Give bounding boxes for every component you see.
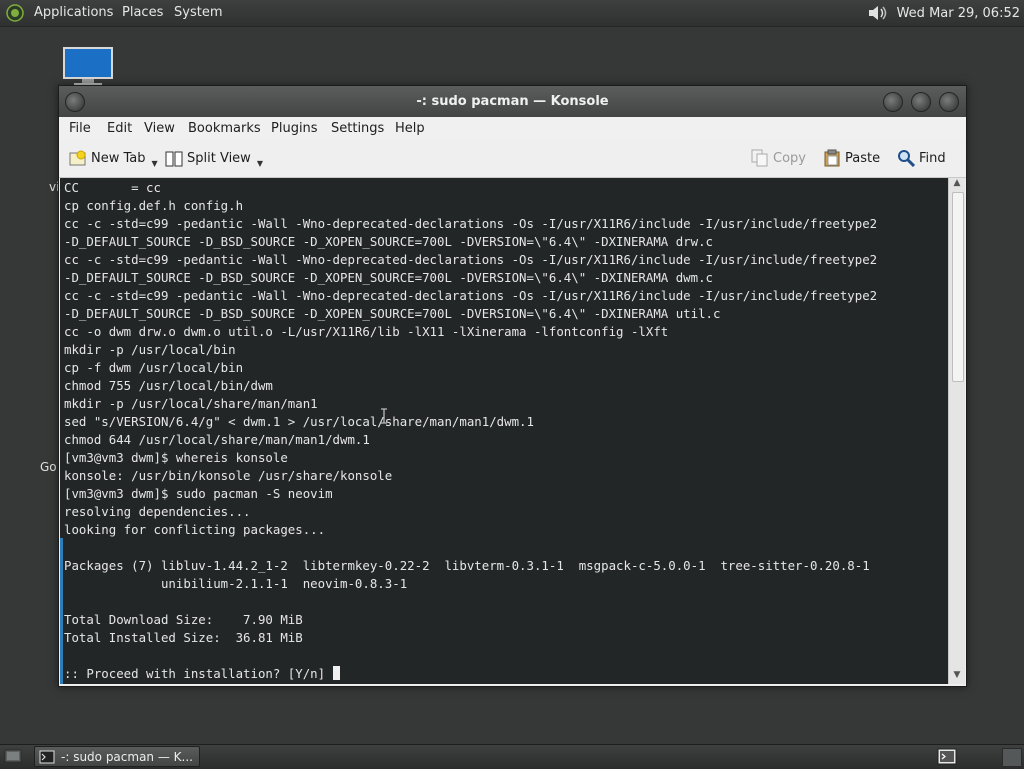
top-panel: Applications Places System Wed Mar 29, 0… — [0, 0, 1024, 27]
terminal-line: chmod 644 /usr/local/share/man/man1/dwm.… — [64, 432, 370, 447]
new-tab-icon — [69, 150, 86, 165]
terminal-line: [vm3@vm3 dwm]$ sudo pacman -S neovim — [64, 486, 333, 501]
menu-view[interactable]: View — [144, 121, 175, 136]
terminal-line: -D_DEFAULT_SOURCE -D_BSD_SOURCE -D_XOPEN… — [64, 270, 714, 285]
terminal-line: -D_DEFAULT_SOURCE -D_BSD_SOURCE -D_XOPEN… — [64, 234, 714, 249]
copy-button[interactable]: Copy — [751, 149, 806, 167]
top-right-tray: Wed Mar 29, 06:52 — [867, 4, 1020, 22]
clock[interactable]: Wed Mar 29, 06:52 — [897, 6, 1020, 21]
minimize-button[interactable] — [883, 92, 903, 112]
scroll-down-arrow-icon[interactable]: ▼ — [949, 670, 965, 684]
computer-icon[interactable] — [62, 46, 114, 88]
terminal-line: resolving dependencies... — [64, 504, 251, 519]
bottom-panel: -: sudo pacman — K... — [0, 744, 1024, 769]
terminal-view[interactable]: CC = cc cp config.def.h config.h cc -c -st… — [60, 178, 948, 684]
paste-label: Paste — [845, 150, 881, 166]
paste-icon — [824, 149, 840, 167]
distro-logo-icon[interactable] — [6, 4, 24, 22]
menu-file[interactable]: File — [69, 121, 91, 136]
split-view-icon — [165, 151, 183, 166]
terminal-line: :: Proceed with installation? [Y/n] — [64, 665, 877, 683]
terminal-line: cc -c -std=c99 -pedantic -Wall -Wno-depr… — [64, 252, 878, 267]
menu-edit[interactable]: Edit — [107, 121, 132, 136]
new-tab-label: New Tab — [91, 151, 146, 166]
copy-label: Copy — [773, 150, 806, 166]
terminal-scrollbar[interactable]: ▲ ▼ — [948, 178, 965, 684]
terminal-line: unibilium-2.1.1-1 neovim-0.8.3-1 — [64, 576, 408, 591]
split-view-button[interactable]: Split View ▼ — [165, 149, 263, 168]
terminal-line: konsole: /usr/bin/konsole /usr/share/kon… — [64, 468, 393, 483]
chevron-down-icon: ▼ — [151, 159, 158, 168]
terminal-line: Packages (7) libluv-1.44.2_1-2 libtermke… — [64, 558, 870, 573]
terminal-line: cc -c -std=c99 -pedantic -Wall -Wno-depr… — [64, 288, 878, 303]
menu-applications[interactable]: Applications — [34, 5, 113, 20]
menu-places[interactable]: Places — [122, 5, 163, 20]
find-button[interactable]: Find — [897, 149, 946, 167]
terminal-line: cc -o dwm drw.o dwm.o util.o -L/usr/X11R… — [64, 324, 669, 339]
text-cursor-icon — [381, 408, 387, 424]
terminal-line: Total Installed Size: 36.81 MiB — [64, 630, 303, 645]
menu-plugins[interactable]: Plugins — [271, 121, 318, 136]
chevron-down-icon: ▼ — [256, 159, 263, 168]
trash-applet[interactable] — [1002, 748, 1022, 767]
taskbar-item-konsole[interactable]: -: sudo pacman — K... — [34, 746, 200, 767]
taskbar-item-label: -: sudo pacman — K... — [61, 749, 193, 764]
terminal-line: looking for conflicting packages... — [64, 522, 326, 537]
terminal-line: cp -f dwm /usr/local/bin — [64, 360, 244, 375]
terminal-line: CC = cc — [64, 180, 161, 195]
menu-settings[interactable]: Settings — [331, 121, 384, 136]
terminal-icon — [39, 750, 55, 763]
terminal-line: -D_DEFAULT_SOURCE -D_BSD_SOURCE -D_XOPEN… — [64, 306, 721, 321]
terminal-line: mkdir -p /usr/local/bin — [64, 342, 236, 357]
copy-icon — [751, 149, 768, 167]
output-marker — [60, 538, 63, 684]
terminal-line: chmod 755 /usr/local/bin/dwm — [64, 378, 273, 393]
menubar: File Edit View Bookmarks Plugins Setting… — [59, 117, 966, 139]
toolbar: New Tab ▼ Split View ▼ Copy Paste Find — [59, 139, 966, 178]
search-icon — [898, 150, 915, 167]
desktop-label-fragment: Go — [40, 460, 57, 474]
terminal-line: cp config.def.h config.h — [64, 198, 244, 213]
menu-system[interactable]: System — [174, 5, 222, 20]
terminal-line: [vm3@vm3 dwm]$ whereis konsole — [64, 450, 288, 465]
menu-bookmarks[interactable]: Bookmarks — [188, 121, 261, 136]
scrollbar-thumb[interactable] — [952, 192, 964, 382]
window-title: -: sudo pacman — Konsole — [416, 94, 609, 109]
scroll-up-arrow-icon[interactable]: ▲ — [949, 178, 965, 192]
maximize-button[interactable] — [911, 92, 931, 112]
close-button[interactable] — [939, 92, 959, 112]
terminal-line: sed "s/VERSION/6.4/g" < dwm.1 > /usr/loc… — [64, 414, 534, 429]
paste-button[interactable]: Paste — [823, 149, 880, 167]
workspace-switcher-icon[interactable] — [937, 748, 957, 765]
terminal-line: Total Download Size: 7.90 MiB — [64, 612, 303, 627]
show-desktop-icon[interactable] — [4, 749, 22, 763]
volume-icon[interactable] — [867, 4, 889, 22]
terminal-cursor — [332, 666, 340, 680]
menu-help[interactable]: Help — [395, 121, 425, 136]
split-view-label: Split View — [187, 151, 251, 166]
new-tab-button[interactable]: New Tab ▼ — [69, 149, 158, 168]
terminal-line: mkdir -p /usr/local/share/man/man1 — [64, 396, 318, 411]
window-titlebar[interactable]: -: sudo pacman — Konsole — [59, 86, 966, 117]
terminal-line: cc -c -std=c99 -pedantic -Wall -Wno-depr… — [64, 216, 878, 231]
konsole-window: -: sudo pacman — Konsole File Edit View … — [58, 85, 967, 687]
find-label: Find — [919, 150, 946, 166]
terminal-output: CC = cc cp config.def.h config.h cc -c -st… — [64, 179, 877, 683]
